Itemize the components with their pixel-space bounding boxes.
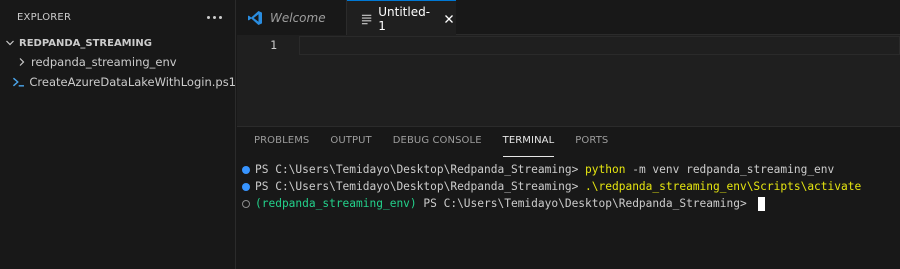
venv-indicator: (redpanda_streaming_env)	[255, 197, 417, 210]
workspace-folder[interactable]: REDPANDA_STREAMING	[0, 33, 236, 53]
tree-item-folder[interactable]: redpanda_streaming_env	[0, 52, 236, 72]
panel-tab-terminal[interactable]: TERMINAL	[502, 127, 555, 157]
terminal-line: PS C:\Users\Temidayo\Desktop\Redpanda_St…	[242, 161, 834, 178]
file-lines-icon	[361, 14, 372, 24]
explorer-title: EXPLORER	[17, 12, 72, 23]
terminal-command-args: -m venv redpanda_streaming_env	[625, 163, 835, 176]
terminal-line: PS C:\Users\Temidayo\Desktop\Redpanda_St…	[242, 178, 861, 195]
tab-welcome-label: Welcome	[270, 10, 326, 25]
vscode-logo-icon	[248, 10, 262, 25]
terminal[interactable]: PS C:\Users\Temidayo\Desktop\Redpanda_St…	[237, 161, 900, 266]
line-number: 1	[270, 38, 277, 52]
tab-untitled[interactable]: Untitled-1	[347, 0, 456, 36]
terminal-command: python	[585, 163, 626, 176]
chevron-right-icon	[19, 58, 25, 66]
terminal-command: .\redpanda_streaming_env\Scripts\activat…	[585, 180, 862, 193]
panel-tab-debug-console[interactable]: DEBUG CONSOLE	[393, 127, 482, 157]
terminal-prompt: PS C:\Users\Temidayo\Desktop\Redpanda_St…	[255, 180, 586, 193]
command-pending-icon[interactable]	[242, 199, 250, 208]
editor-group: Welcome Untitled-1 1 PROBLEMS OUTPUT DEB…	[237, 0, 900, 269]
panel-tab-ports[interactable]: PORTS	[575, 127, 608, 157]
text-editor[interactable]: 1	[237, 36, 900, 126]
close-icon[interactable]	[443, 12, 456, 26]
terminal-prompt: PS C:\Users\Temidayo\Desktop\Redpanda_St…	[416, 197, 754, 210]
tree-item-label: CreateAzureDataLakeWithLogin.ps1	[29, 75, 236, 89]
chevron-down-icon	[6, 40, 14, 46]
terminal-prompt: PS C:\Users\Temidayo\Desktop\Redpanda_St…	[255, 163, 586, 176]
terminal-line: (redpanda_streaming_env) PS C:\Users\Tem…	[242, 195, 766, 212]
bottom-panel: PROBLEMS OUTPUT DEBUG CONSOLE TERMINAL P…	[237, 126, 900, 269]
tab-welcome[interactable]: Welcome	[237, 0, 347, 35]
tree-item-file[interactable]: CreateAzureDataLakeWithLogin.ps1	[0, 72, 236, 92]
current-line-highlight	[299, 36, 900, 55]
explorer-header: EXPLORER	[0, 0, 236, 35]
explorer-sidebar: EXPLORER REDPANDA_STREAMING redpanda_str…	[0, 0, 236, 269]
powershell-icon	[12, 77, 24, 87]
tab-untitled-label: Untitled-1	[378, 4, 431, 33]
terminal-cursor	[758, 196, 766, 211]
panel-tab-problems[interactable]: PROBLEMS	[254, 127, 309, 157]
panel-tab-bar: PROBLEMS OUTPUT DEBUG CONSOLE TERMINAL P…	[254, 127, 608, 157]
command-success-icon[interactable]	[242, 165, 250, 174]
tree-item-label: redpanda_streaming_env	[31, 55, 177, 69]
workspace-folder-label: REDPANDA_STREAMING	[19, 37, 152, 49]
tab-bar: Welcome Untitled-1	[237, 0, 900, 36]
panel-tab-output[interactable]: OUTPUT	[330, 127, 371, 157]
command-success-icon[interactable]	[242, 182, 250, 191]
more-actions-icon[interactable]	[204, 8, 224, 28]
